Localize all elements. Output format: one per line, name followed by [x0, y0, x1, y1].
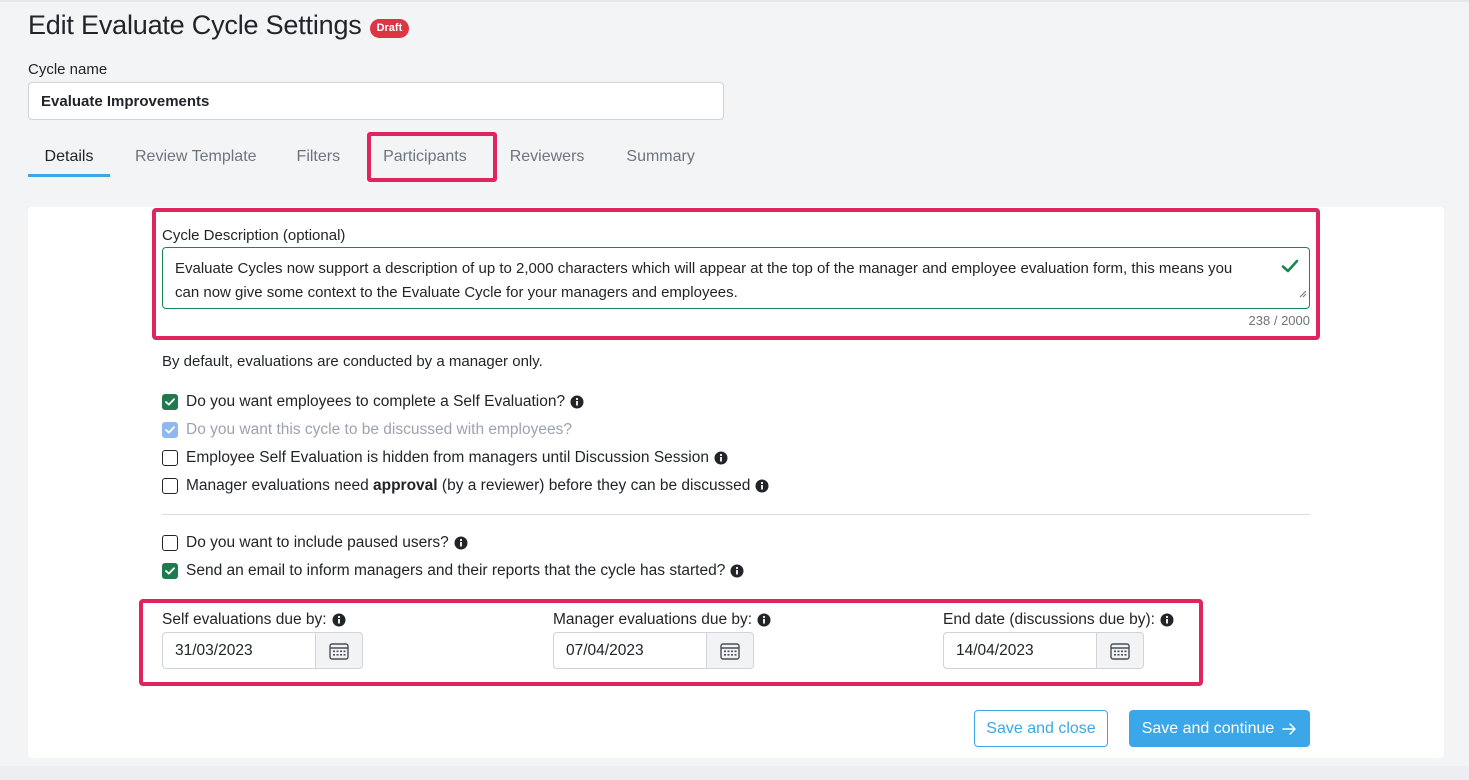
checkbox-checked[interactable] [162, 394, 178, 410]
info-icon[interactable] [332, 613, 346, 627]
description-textarea[interactable]: Evaluate Cycles now support a descriptio… [162, 247, 1310, 309]
option-include-paused-users[interactable]: Do you want to include paused users? [162, 533, 468, 553]
cycle-name-input[interactable]: Evaluate Improvements [28, 82, 724, 120]
self-eval-date-input[interactable]: 31/03/2023 [162, 632, 315, 669]
header: Edit Evaluate Cycle Settings Draft [28, 10, 410, 41]
tab-summary[interactable]: Summary [610, 137, 710, 177]
manager-eval-date-input[interactable]: 07/04/2023 [553, 632, 706, 669]
intro-text: By default, evaluations are conducted by… [162, 353, 543, 370]
info-icon[interactable] [757, 613, 771, 627]
checkbox-checked[interactable] [162, 563, 178, 579]
checkbox-unchecked[interactable] [162, 535, 178, 551]
option-send-email[interactable]: Send an email to inform managers and the… [162, 561, 744, 581]
calendar-icon[interactable] [1096, 632, 1144, 669]
end-date-group: End date (discussions due by): 14/04/202… [943, 610, 1174, 669]
calendar-icon[interactable] [706, 632, 754, 669]
tab-reviewers[interactable]: Reviewers [494, 137, 601, 177]
info-icon[interactable] [454, 536, 468, 550]
info-icon[interactable] [730, 564, 744, 578]
save-and-close-button[interactable]: Save and close [974, 710, 1108, 747]
save-and-continue-button[interactable]: Save and continue [1129, 710, 1310, 747]
status-badge: Draft [369, 19, 410, 38]
description-text: Evaluate Cycles now support a descriptio… [175, 260, 1233, 301]
self-eval-due-group: Self evaluations due by: 31/03/2023 [162, 610, 363, 669]
info-icon[interactable] [570, 395, 584, 409]
date-field: 07/04/2023 [553, 632, 771, 669]
date-label: Self evaluations due by: [162, 610, 363, 630]
option-label: Do you want employees to complete a Self… [186, 393, 566, 410]
info-icon[interactable] [714, 451, 728, 465]
calendar-icon[interactable] [315, 632, 363, 669]
option-label: Manager evaluations need approval (by a … [186, 477, 751, 494]
tab-filters[interactable]: Filters [281, 137, 357, 177]
tab-review-template[interactable]: Review Template [119, 137, 273, 177]
check-icon [1281, 258, 1299, 282]
tab-bar: Details Review Template Filters Particip… [28, 137, 711, 177]
option-label: Send an email to inform managers and the… [186, 562, 726, 579]
date-label: Manager evaluations due by: [553, 610, 771, 630]
description-label: Cycle Description (optional) [162, 227, 346, 244]
option-label: Do you want this cycle to be discussed w… [186, 421, 572, 438]
option-hidden-from-managers[interactable]: Employee Self Evaluation is hidden from … [162, 448, 728, 468]
resize-handle-icon[interactable] [1299, 282, 1307, 306]
checkbox-unchecked[interactable] [162, 450, 178, 466]
date-field: 31/03/2023 [162, 632, 363, 669]
tab-participants[interactable]: Participants [367, 137, 483, 177]
checkbox-checked-disabled [162, 422, 178, 438]
date-field: 14/04/2023 [943, 632, 1174, 669]
date-label: End date (discussions due by): [943, 610, 1174, 630]
end-date-input[interactable]: 14/04/2023 [943, 632, 1096, 669]
option-label: Employee Self Evaluation is hidden from … [186, 449, 709, 466]
info-icon[interactable] [1160, 613, 1174, 627]
divider [162, 514, 1310, 515]
checkbox-unchecked[interactable] [162, 478, 178, 494]
option-discussed-with-employees: Do you want this cycle to be discussed w… [162, 420, 572, 440]
cycle-name-label: Cycle name [28, 61, 108, 78]
arrow-right-icon [1282, 722, 1297, 736]
option-manager-approval[interactable]: Manager evaluations need approval (by a … [162, 476, 769, 496]
manager-eval-due-group: Manager evaluations due by: 07/04/2023 [553, 610, 771, 669]
option-self-evaluation[interactable]: Do you want employees to complete a Self… [162, 392, 584, 412]
tab-details[interactable]: Details [28, 137, 110, 177]
character-counter: 238 / 2000 [1248, 313, 1310, 328]
top-border [0, 0, 1469, 2]
bottom-strip [0, 766, 1469, 780]
option-label: Do you want to include paused users? [186, 534, 449, 551]
page-title: Edit Evaluate Cycle Settings [28, 10, 362, 40]
info-icon[interactable] [755, 479, 769, 493]
